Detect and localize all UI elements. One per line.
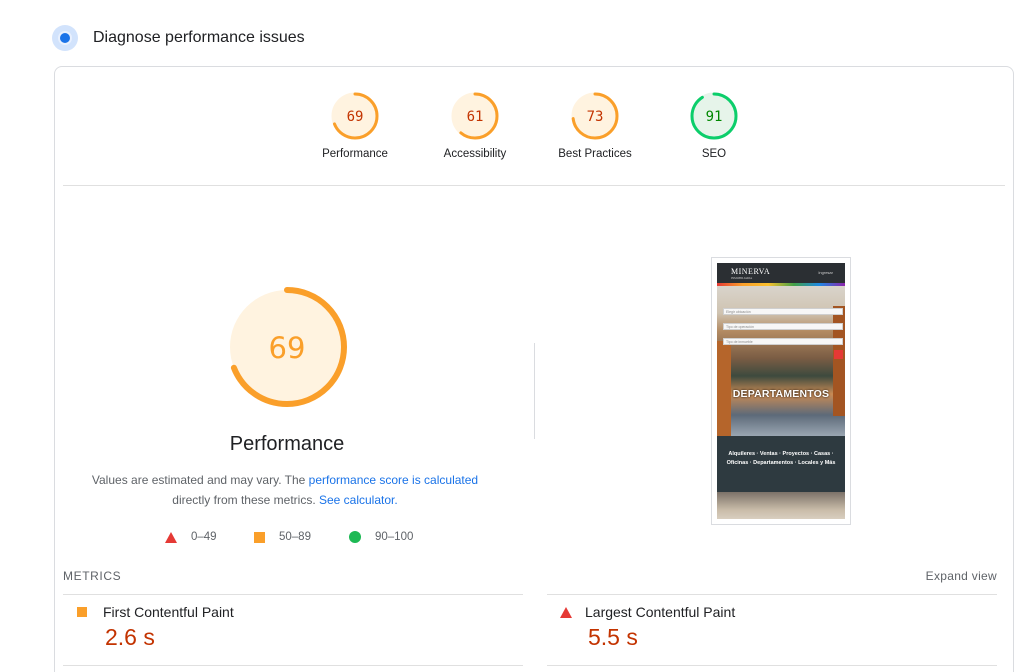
gauge-performance-label: Performance <box>322 148 388 160</box>
gauge-seo-score: 91 <box>706 109 723 125</box>
legend-average-range: 50–89 <box>279 531 311 543</box>
metrics-title: METRICS <box>63 569 122 583</box>
gauge-best-practices[interactable]: 73 Best Practices <box>545 91 645 160</box>
lighthouse-icon <box>52 25 78 51</box>
metric-fcp-name: First Contentful Paint <box>103 604 234 620</box>
gauge-performance[interactable]: 69 Performance <box>305 91 405 160</box>
report-card: 69 Performance 61 Accessibility 73 Best … <box>54 66 1014 672</box>
performance-big-score: 69 <box>269 331 306 365</box>
screenshot-nav: Ingresar <box>818 270 833 275</box>
average-square-icon <box>77 607 87 617</box>
metric-lcp-name: Largest Contentful Paint <box>585 604 736 620</box>
vertical-divider <box>534 343 535 439</box>
gauge-best-practices-label: Best Practices <box>558 148 632 160</box>
gauge-performance-score: 69 <box>347 109 364 125</box>
metric-lcp: Largest Contentful Paint 5.5 s <box>560 604 735 651</box>
gauge-accessibility-score: 61 <box>467 109 484 125</box>
metric-divider <box>63 665 523 666</box>
note-text: Values are estimated and may vary. The <box>91 473 309 487</box>
metric-fcp: First Contentful Paint 2.6 s <box>77 604 234 651</box>
metric-fcp-value: 2.6 s <box>105 624 155 650</box>
section-title: Diagnose performance issues <box>93 29 305 46</box>
screenshot-headline: DEPARTAMENTOS <box>732 388 830 400</box>
gauge-best-practices-score: 73 <box>587 109 604 125</box>
screenshot-select-3: Tipo de inmueble <box>723 338 843 345</box>
gauge-seo-label: SEO <box>701 148 727 160</box>
metric-divider <box>63 594 523 595</box>
performance-title: Performance <box>229 433 345 455</box>
page-screenshot: MINERVA INMOBILIARIA Ingresar Elegir ubic… <box>711 257 851 525</box>
score-gauges: 69 Performance 61 Accessibility 73 Best … <box>55 87 1013 177</box>
legend-fail-range: 0–49 <box>191 531 217 543</box>
gauge-accessibility-ring: 61 <box>451 92 499 140</box>
screenshot-search-icon <box>834 350 843 359</box>
metric-lcp-value: 5.5 s <box>588 624 638 650</box>
fail-triangle-icon <box>560 606 572 618</box>
gauge-accessibility-label: Accessibility <box>443 148 507 160</box>
performance-score-link[interactable]: performance score is calculated <box>309 473 478 487</box>
legend-average: 50–89 <box>254 529 311 545</box>
screenshot-image: MINERVA INMOBILIARIA Ingresar Elegir ubic… <box>717 263 845 519</box>
screenshot-footer-image <box>717 492 845 519</box>
screenshot-tagline: Alquileres · Ventas · Proyectos · Casas … <box>717 436 845 492</box>
divider <box>63 185 1005 186</box>
section-header: Diagnose performance issues <box>52 24 305 52</box>
gauge-performance-ring: 69 <box>331 92 379 140</box>
gauge-seo-ring: 91 <box>690 92 738 140</box>
performance-big-gauge: 69 <box>227 287 347 407</box>
screenshot-logo-text: MINERVA <box>731 267 771 276</box>
score-note: Values are estimated and may vary. The p… <box>75 470 495 510</box>
screenshot-logo-sub: INMOBILIARIA <box>731 276 753 280</box>
metric-divider <box>547 594 997 595</box>
legend-pass: 90–100 <box>349 529 413 545</box>
note-text-2: directly from these metrics. <box>172 493 319 507</box>
gauge-accessibility[interactable]: 61 Accessibility <box>425 91 525 160</box>
fail-triangle-icon <box>165 531 177 543</box>
expand-view-button[interactable]: Expand view <box>926 569 997 583</box>
gauge-seo[interactable]: 91 SEO <box>664 91 764 160</box>
gauge-best-practices-ring: 73 <box>571 92 619 140</box>
screenshot-logo: MINERVA INMOBILIARIA <box>731 267 770 280</box>
average-square-icon <box>254 531 265 543</box>
legend-fail: 0–49 <box>165 529 217 545</box>
see-calculator-link[interactable]: See calculator. <box>319 493 398 507</box>
pass-circle-icon <box>349 531 361 543</box>
metric-divider <box>547 665 997 666</box>
screenshot-select-1: Elegir ubicación <box>723 308 843 315</box>
legend-pass-range: 90–100 <box>375 531 414 543</box>
screenshot-select-2: Tipo de operación <box>723 323 843 330</box>
